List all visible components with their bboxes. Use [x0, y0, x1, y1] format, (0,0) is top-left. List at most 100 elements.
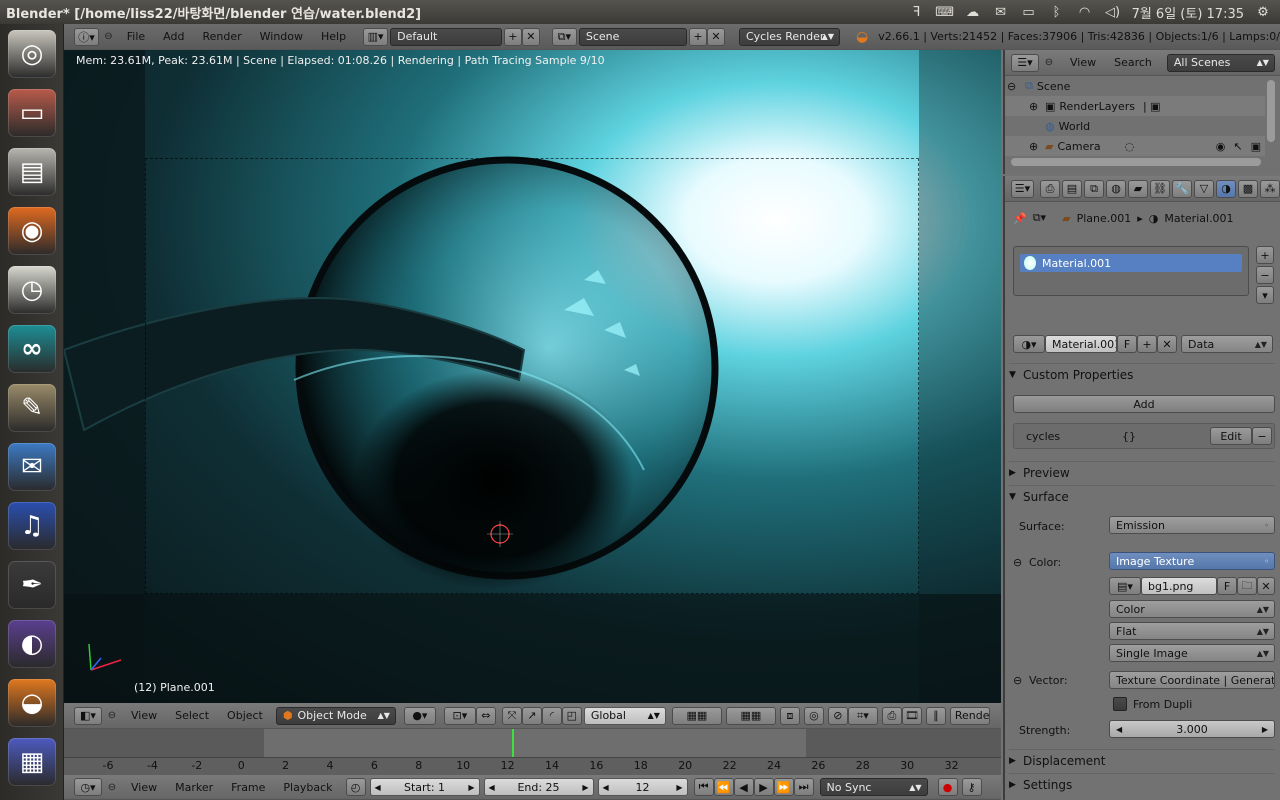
- menu-view[interactable]: View: [1061, 56, 1105, 69]
- render-button[interactable]: Render: [949, 706, 990, 725]
- workspace-switcher-icon[interactable]: ▦: [8, 738, 56, 786]
- layers-grid-1-icon[interactable]: ▦▦: [671, 706, 722, 725]
- outliner-vscrollbar[interactable]: [1267, 80, 1275, 142]
- menu-select[interactable]: Select: [166, 709, 218, 722]
- breadcrumb-object[interactable]: Plane.001: [1077, 212, 1132, 225]
- slot-specials-button[interactable]: ▾: [1256, 286, 1274, 304]
- pivot-point-icon[interactable]: ⊡▾: [443, 706, 476, 725]
- play-icon[interactable]: ▶: [753, 778, 774, 796]
- clock[interactable]: 7월 6일 (토) 17:35: [1132, 3, 1244, 22]
- prev-keyframe-icon[interactable]: ⏪: [713, 778, 734, 796]
- clock-icon[interactable]: ◷: [8, 266, 56, 314]
- scene-tab-icon[interactable]: ⧉: [1084, 179, 1104, 198]
- display-mode-select[interactable]: All Scenes ▲▼: [1166, 53, 1275, 72]
- viewport-shading-icon[interactable]: ●▾: [403, 706, 436, 725]
- end-frame-field[interactable]: ◀ End: 25 ▶: [483, 778, 594, 796]
- surface-shader-select[interactable]: Emission ◦: [1109, 516, 1275, 534]
- unlink-image-button[interactable]: ✕: [1257, 577, 1275, 595]
- editor-type-timeline-icon[interactable]: ◷▾: [74, 778, 102, 796]
- from-dupli-checkbox[interactable]: [1113, 697, 1127, 711]
- expand-toggle-icon[interactable]: ⊕: [1029, 100, 1041, 113]
- add-property-button[interactable]: Add: [1013, 395, 1275, 413]
- image-source-select[interactable]: Single Image ▲▼: [1109, 644, 1275, 662]
- jump-start-icon[interactable]: ⏮: [693, 778, 714, 796]
- remove-slot-button[interactable]: −: [1256, 266, 1274, 284]
- surface-panel[interactable]: ▼ Surface: [1009, 485, 1275, 507]
- timeline[interactable]: -6 -4 -2 0 2 4 6 8 10 12 14 16 18 20 22 24 26 28 30 32: [64, 729, 1001, 775]
- pin-icon[interactable]: 📌: [1013, 212, 1027, 225]
- collapse-toggle-icon[interactable]: ⊖: [1007, 80, 1019, 93]
- world-tab-icon[interactable]: ◍: [1106, 179, 1126, 198]
- menu-view[interactable]: View: [122, 781, 166, 794]
- editor-type-3d-icon[interactable]: ◧▾: [74, 706, 102, 725]
- add-layout-button[interactable]: +: [503, 27, 522, 46]
- eclipse-icon[interactable]: ◐: [8, 620, 56, 668]
- image-fake-user-button[interactable]: F: [1217, 577, 1237, 595]
- files-icon[interactable]: ▭: [8, 89, 56, 137]
- material-slot-list[interactable]: Material.001: [1013, 246, 1249, 296]
- editor-type-outliner-icon[interactable]: ☰▾: [1011, 53, 1039, 72]
- material-browse-icon[interactable]: ◑▾: [1013, 335, 1045, 353]
- pause-icon[interactable]: ∥: [925, 706, 946, 725]
- texture-tab-icon[interactable]: ▩: [1238, 179, 1258, 198]
- preview-panel[interactable]: ▶ Preview: [1009, 461, 1275, 483]
- menu-marker[interactable]: Marker: [166, 781, 222, 794]
- settings-gear-icon[interactable]: ⚙: [1254, 5, 1272, 20]
- particles-tab-icon[interactable]: ⁂: [1260, 179, 1280, 198]
- 3d-viewport[interactable]: Mem: 23.61M, Peak: 23.61M | Scene | Elap…: [64, 50, 1001, 703]
- edit-property-button[interactable]: Edit: [1210, 427, 1252, 445]
- snap-toggle-icon[interactable]: ⊘: [827, 706, 848, 725]
- collapse-menu-icon[interactable]: ⊖: [106, 782, 118, 793]
- fake-user-button[interactable]: F: [1117, 335, 1137, 353]
- vector-input-select[interactable]: Texture Coordinate | Generated: [1109, 671, 1275, 689]
- new-material-button[interactable]: +: [1137, 335, 1157, 353]
- image-browse-icon[interactable]: ▤▾: [1109, 577, 1141, 595]
- render-tab-icon[interactable]: ⎙: [1040, 179, 1060, 198]
- current-frame-cursor[interactable]: [512, 729, 514, 757]
- outliner[interactable]: ☰▾ ⊖ View Search All Scenes ▲▼ ⊖ ⧉ Scene …: [1003, 50, 1280, 174]
- ubuntu-dash-icon[interactable]: ◎: [8, 30, 56, 78]
- outliner-item-renderlayers[interactable]: ⊕ ▣ RenderLayers | ▣: [1005, 96, 1265, 116]
- move-icon[interactable]: ↗: [521, 706, 542, 725]
- preview-range-icon[interactable]: ◴: [345, 778, 366, 796]
- settings-panel[interactable]: ▶ Settings: [1009, 773, 1275, 795]
- menu-file[interactable]: File: [118, 30, 154, 43]
- inkscape-icon[interactable]: ✒: [8, 561, 56, 609]
- collapse-menu-icon[interactable]: ⊖: [103, 31, 114, 42]
- gimp-icon[interactable]: ✎: [8, 384, 56, 432]
- menu-view[interactable]: View: [122, 709, 166, 722]
- menu-playback[interactable]: Playback: [274, 781, 341, 794]
- color-socket-toggle-icon[interactable]: ⊖: [1013, 556, 1022, 569]
- jump-end-icon[interactable]: ⏭: [793, 778, 814, 796]
- renderable-camera-icon[interactable]: ▣: [1251, 140, 1261, 153]
- current-frame-field[interactable]: ◀ 12 ▶: [597, 778, 688, 796]
- strength-field[interactable]: ◀ 3.000 ▶: [1109, 720, 1275, 738]
- play-reverse-icon[interactable]: ◀: [733, 778, 754, 796]
- selectable-arrow-icon[interactable]: ↖: [1233, 140, 1242, 153]
- add-scene-button[interactable]: +: [689, 27, 707, 46]
- menu-render[interactable]: Render: [193, 30, 250, 43]
- layers-grid-2-icon[interactable]: ▦▦: [725, 706, 776, 725]
- menu-frame[interactable]: Frame: [222, 781, 274, 794]
- layout-field[interactable]: Default: [390, 27, 502, 46]
- arduino-icon[interactable]: ∞: [8, 325, 56, 373]
- unlink-material-button[interactable]: ✕: [1157, 335, 1177, 353]
- proportional-edit-icon[interactable]: ◎: [803, 706, 824, 725]
- next-keyframe-icon[interactable]: ⏩: [773, 778, 794, 796]
- constraints-tab-icon[interactable]: ⛓: [1150, 179, 1170, 198]
- material-name-field[interactable]: Material.001: [1045, 335, 1117, 353]
- lock-camera-icon[interactable]: ⧈: [779, 706, 800, 725]
- delete-scene-button[interactable]: ✕: [706, 27, 725, 46]
- translate-manipulator-icon[interactable]: ⤧: [501, 706, 522, 725]
- wifi-icon[interactable]: ◠: [1076, 5, 1094, 20]
- color-space-select[interactable]: Color ▲▼: [1109, 600, 1275, 618]
- disk-icon[interactable]: ▤: [8, 148, 56, 196]
- custom-properties-panel[interactable]: ▼ Custom Properties: [1009, 363, 1275, 385]
- outliner-hscrollbar[interactable]: [1011, 158, 1261, 166]
- modifiers-tab-icon[interactable]: 🔧: [1172, 179, 1192, 198]
- material-slot-item[interactable]: Material.001: [1020, 254, 1242, 272]
- thunderbird-icon[interactable]: ✉: [8, 443, 56, 491]
- vector-socket-toggle-icon[interactable]: ⊖: [1013, 674, 1022, 687]
- collapse-menu-icon[interactable]: ⊖: [1043, 57, 1055, 68]
- scene-icon[interactable]: ⧉▾: [551, 27, 577, 46]
